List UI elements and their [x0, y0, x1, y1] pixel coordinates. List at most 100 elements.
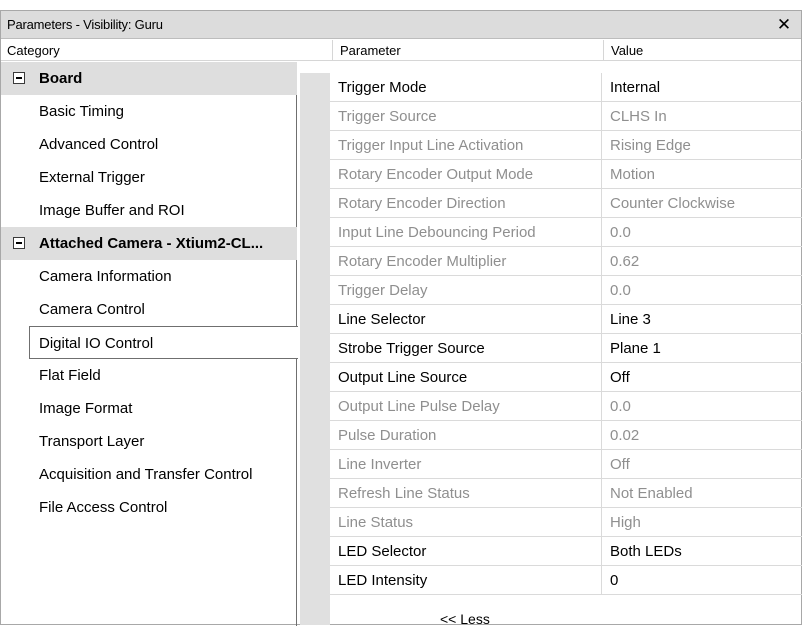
category-column-header: Category	[7, 43, 60, 58]
parameter-name: Trigger Delay	[338, 282, 428, 299]
parameter-column-header[interactable]: Parameter	[340, 43, 401, 58]
parameter-row[interactable]: Rotary Encoder Output Mode Motion	[330, 160, 802, 189]
category-label: External Trigger	[39, 169, 145, 186]
parameter-name: Trigger Source	[338, 108, 437, 125]
category-item[interactable]: Basic Timing	[1, 95, 297, 128]
parameter-value[interactable]: Line 3	[610, 311, 651, 328]
parameter-row[interactable]: Strobe Trigger Source Plane 1	[330, 334, 802, 363]
header-divider	[603, 40, 604, 61]
parameter-value[interactable]: Plane 1	[610, 340, 661, 357]
close-icon[interactable]: ✕	[773, 14, 795, 36]
column-divider	[601, 450, 602, 479]
category-group[interactable]: Board	[1, 62, 297, 95]
category-label: File Access Control	[39, 499, 168, 516]
parameter-row[interactable]: Output Line Pulse Delay 0.0	[330, 392, 802, 421]
title-bar: Parameters - Visibility: Guru ✕	[1, 11, 801, 39]
category-item[interactable]: Image Format	[1, 392, 297, 425]
parameter-row[interactable]: Pulse Duration 0.02	[330, 421, 802, 450]
parameter-name: Line Status	[338, 514, 414, 531]
parameter-name: Rotary Encoder Output Mode	[338, 166, 534, 183]
column-divider	[601, 334, 602, 363]
category-label: Digital IO Control	[39, 335, 154, 352]
column-divider	[601, 537, 602, 566]
parameter-name: Line Inverter	[338, 456, 422, 473]
category-item[interactable]: Camera Control	[1, 293, 297, 326]
parameter-row[interactable]: Trigger Delay 0.0	[330, 276, 802, 305]
parameter-row[interactable]: Rotary Encoder Direction Counter Clockwis…	[330, 189, 802, 218]
parameter-row[interactable]: Line Inverter Off	[330, 450, 802, 479]
category-item[interactable]: Advanced Control	[1, 128, 297, 161]
parameter-name: Input Line Debouncing Period	[338, 224, 536, 241]
parameter-value: Off	[610, 456, 630, 473]
category-label: Image Format	[39, 400, 133, 417]
category-item[interactable]: Image Buffer and ROI	[1, 194, 297, 227]
category-item[interactable]: Camera Information	[1, 260, 297, 293]
category-label: Attached Camera - Xtium2-CL...	[39, 235, 264, 252]
window-title: Parameters - Visibility: Guru	[7, 17, 163, 32]
parameter-value: Motion	[610, 166, 656, 183]
parameter-value: Counter Clockwise	[610, 195, 736, 212]
column-divider	[601, 566, 602, 595]
category-item[interactable]: Flat Field	[1, 359, 297, 392]
column-divider	[601, 305, 602, 334]
column-divider	[601, 102, 602, 131]
column-divider	[601, 276, 602, 305]
category-item[interactable]: File Access Control	[1, 491, 297, 524]
parameter-name: Trigger Input Line Activation	[338, 137, 524, 154]
parameter-name: Rotary Encoder Multiplier	[338, 253, 507, 270]
category-label: Image Buffer and ROI	[39, 202, 185, 219]
column-divider	[601, 479, 602, 508]
parameter-row[interactable]: Output Line Source Off	[330, 363, 802, 392]
parameter-name: Output Line Pulse Delay	[338, 398, 500, 415]
column-divider	[601, 508, 602, 537]
parameter-name: LED Selector	[338, 543, 427, 560]
row-header-gutter	[300, 73, 330, 625]
parameter-row[interactable]: Refresh Line Status Not Enabled	[330, 479, 802, 508]
parameter-row[interactable]: Trigger Mode Internal	[330, 73, 802, 102]
column-divider	[601, 421, 602, 450]
column-divider	[601, 73, 602, 102]
parameter-row[interactable]: Trigger Source CLHS In	[330, 102, 802, 131]
parameter-value[interactable]: 0	[610, 572, 618, 589]
collapse-icon[interactable]	[13, 237, 25, 249]
category-label: Flat Field	[39, 367, 101, 384]
category-label: Acquisition and Transfer Control	[39, 466, 253, 483]
column-divider	[601, 247, 602, 276]
category-item[interactable]: External Trigger	[1, 161, 297, 194]
parameter-name: Strobe Trigger Source	[338, 340, 485, 357]
category-group[interactable]: Attached Camera - Xtium2-CL...	[1, 227, 297, 260]
parameter-row[interactable]: Trigger Input Line Activation Rising Edge	[330, 131, 802, 160]
category-tree: Board Basic Timing Advanced Control Externa…	[1, 62, 298, 626]
category-label: Camera Control	[39, 301, 145, 318]
parameter-value[interactable]: Both LEDs	[610, 543, 682, 560]
column-divider	[601, 363, 602, 392]
column-divider	[601, 189, 602, 218]
parameter-row[interactable]: Line Status High	[330, 508, 802, 537]
column-header-row: Category Parameter Value	[1, 40, 801, 61]
parameter-name: LED Intensity	[338, 572, 428, 589]
parameter-name: Rotary Encoder Direction	[338, 195, 506, 212]
parameter-name: Line Selector	[338, 311, 426, 328]
parameter-value: High	[610, 514, 641, 531]
category-item[interactable]: Acquisition and Transfer Control	[1, 458, 297, 491]
column-divider	[601, 131, 602, 160]
parameter-row[interactable]: Input Line Debouncing Period 0.0	[330, 218, 802, 247]
parameter-value: 0.0	[610, 398, 631, 415]
parameter-value: 0.62	[610, 253, 640, 270]
category-item[interactable]: Digital IO Control	[29, 326, 298, 359]
parameter-name: Pulse Duration	[338, 427, 437, 444]
category-item[interactable]: Transport Layer	[1, 425, 297, 458]
header-divider	[332, 40, 333, 61]
parameter-value[interactable]: Internal	[610, 79, 660, 96]
parameter-row[interactable]: LED Intensity 0	[330, 566, 802, 595]
parameter-value: Not Enabled	[610, 485, 693, 502]
parameter-row[interactable]: Rotary Encoder Multiplier 0.62	[330, 247, 802, 276]
parameter-value: 0.0	[610, 282, 631, 299]
category-label: Basic Timing	[39, 103, 125, 120]
collapse-icon[interactable]	[13, 72, 25, 84]
parameter-value[interactable]: Off	[610, 369, 630, 386]
parameter-row[interactable]: LED Selector Both LEDs	[330, 537, 802, 566]
value-column-header[interactable]: Value	[611, 43, 643, 58]
parameter-row[interactable]: Line Selector Line 3	[330, 305, 802, 334]
parameter-name: Trigger Mode	[338, 79, 427, 96]
